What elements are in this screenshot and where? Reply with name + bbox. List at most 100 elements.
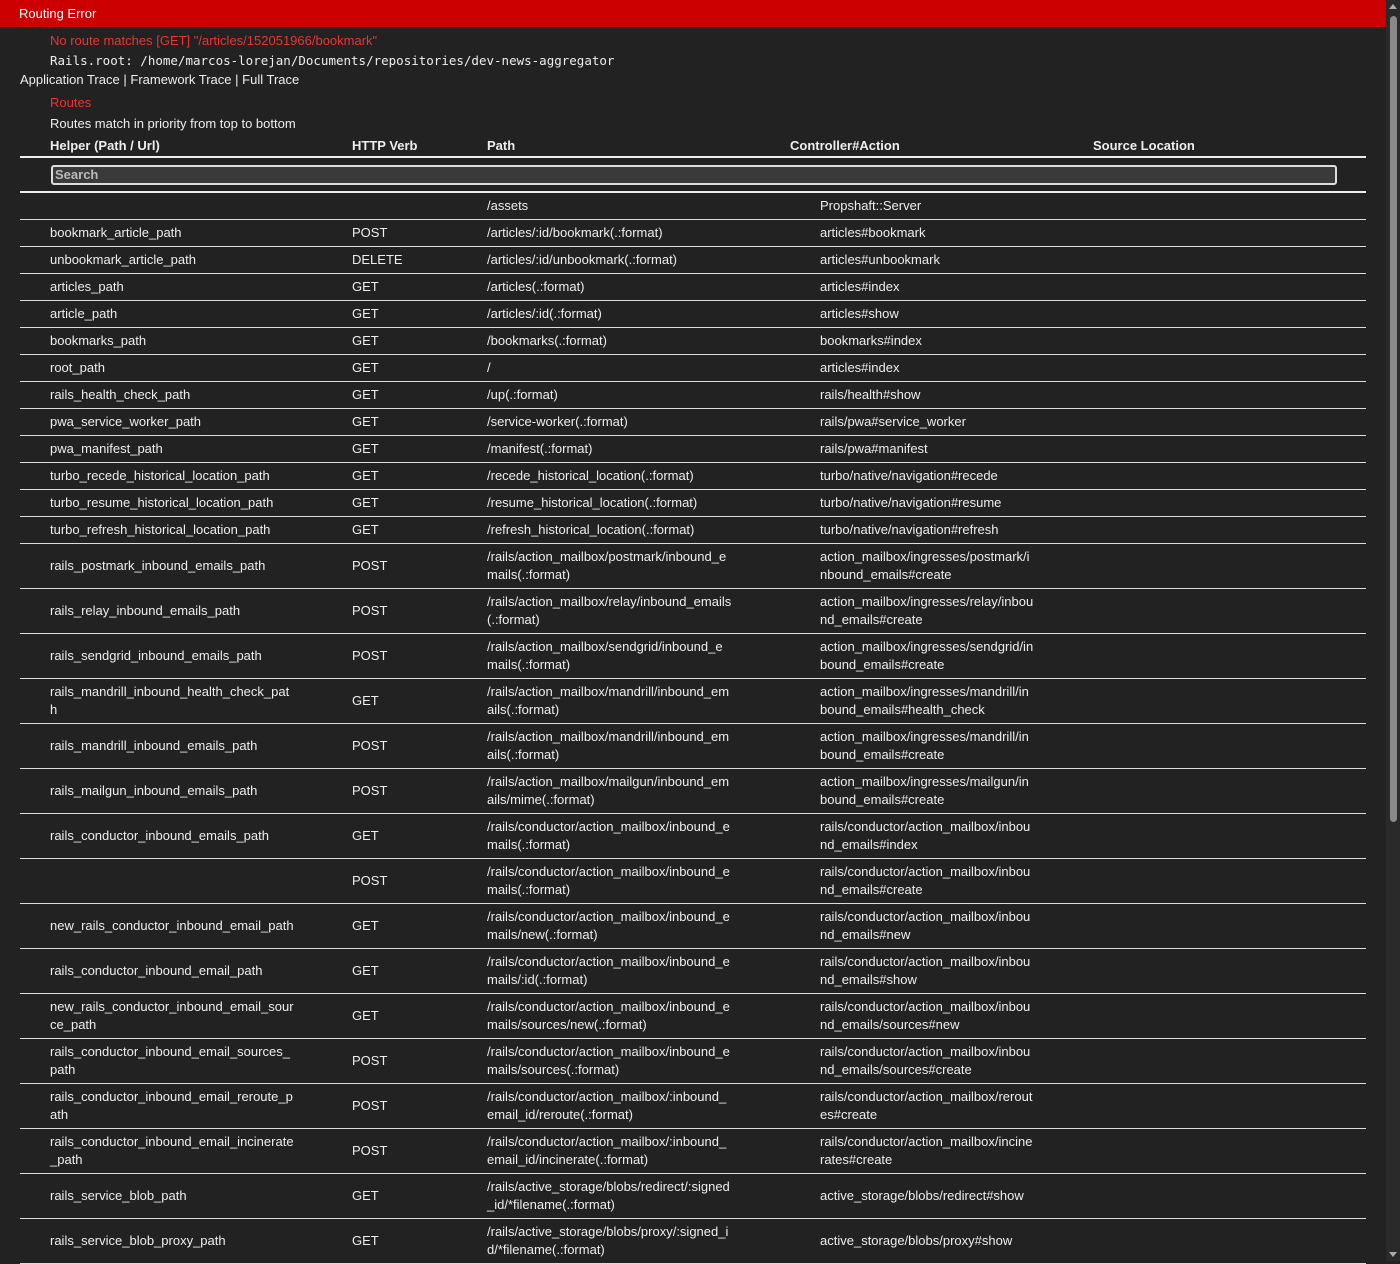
route-path-text: /recede_historical_location(.:format) xyxy=(487,468,694,483)
route-path: /rails/conductor/action_mailbox/inbound_… xyxy=(487,998,820,1034)
route-path: /service-worker(.:format) xyxy=(487,413,820,431)
application-trace-link[interactable]: Application Trace xyxy=(20,72,120,87)
route-path: /resume_historical_location(.:format) xyxy=(487,494,820,512)
scroll-thumb[interactable] xyxy=(1390,16,1397,822)
route-search-input[interactable] xyxy=(51,164,1337,185)
header-title: Routing Error xyxy=(19,6,97,21)
full-trace-link[interactable]: Full Trace xyxy=(242,72,299,87)
route-action: rails/conductor/action_mailbox/inbound_e… xyxy=(820,818,1153,854)
route-helper-text: turbo_resume_historical_location_path xyxy=(50,495,274,510)
table-row: unbookmark_article_path DELETE/articles/:… xyxy=(20,247,1366,274)
route-helper-text: rails_conductor_inbound_emails_path xyxy=(50,828,269,843)
route-path-text: /rails/conductor/action_mailbox/inbound_… xyxy=(487,954,730,987)
column-header-source: Source Location xyxy=(1093,137,1195,153)
route-helper-text: new_rails_conductor_inbound_email_path xyxy=(50,918,294,933)
route-action-text: action_mailbox/ingresses/postmark/inboun… xyxy=(820,549,1030,582)
route-helper-text: rails_mandrill_inbound_health_check_path xyxy=(50,684,290,717)
route-helper: turbo_refresh_historical_location_path xyxy=(20,521,352,539)
route-path-text: /rails/conductor/action_mailbox/inbound_… xyxy=(487,909,730,942)
route-verb: POST xyxy=(352,558,388,573)
scroll-down-arrow-icon[interactable] xyxy=(1389,1252,1397,1257)
table-row: rails_postmark_inbound_emails_path POST/r… xyxy=(20,544,1366,589)
route-path: /rails/action_mailbox/sendgrid/inbound_e… xyxy=(487,638,820,674)
scroll-up-arrow-icon[interactable] xyxy=(1389,4,1397,9)
route-action: rails/pwa#service_worker xyxy=(820,413,1153,431)
route-action: rails/conductor/action_mailbox/incinerat… xyxy=(820,1133,1153,1169)
route-verb: POST xyxy=(352,1143,388,1158)
table-row: bookmarks_path GET/bookmarks(.:format) boo… xyxy=(20,328,1366,355)
route-helper: root_path xyxy=(20,359,352,377)
route-verb: POST xyxy=(352,648,388,663)
route-action: rails/conductor/action_mailbox/inbound_e… xyxy=(820,1043,1153,1079)
route-verb: GET xyxy=(352,828,379,843)
route-verb: GET xyxy=(352,522,379,537)
trace-separator: | xyxy=(123,72,127,87)
route-path-text: /articles(.:format) xyxy=(487,279,585,294)
table-row: new_rails_conductor_inbound_email_path GE… xyxy=(20,904,1366,949)
route-path: /articles/:id/bookmark(.:format) xyxy=(487,224,820,242)
route-path-text: /rails/action_mailbox/mandrill/inbound_e… xyxy=(487,684,730,717)
route-verb: POST xyxy=(352,1053,388,1068)
route-helper-text: rails_service_blob_proxy_path xyxy=(50,1233,226,1248)
route-action: action_mailbox/ingresses/mandrill/inboun… xyxy=(820,728,1153,764)
route-path-text: /rails/action_mailbox/mandrill/inbound_e… xyxy=(487,729,730,762)
route-action: action_mailbox/ingresses/mailgun/inbound… xyxy=(820,773,1153,809)
table-row: rails_service_blob_proxy_path GET/rails/a… xyxy=(20,1219,1366,1264)
route-action: rails/conductor/action_mailbox/inbound_e… xyxy=(820,908,1153,944)
trace-separator: | xyxy=(235,72,239,87)
route-action-text: bookmarks#index xyxy=(820,333,922,348)
route-helper: rails_conductor_inbound_email_path xyxy=(20,962,352,980)
route-path-text: /rails/conductor/action_mailbox/inbound_… xyxy=(487,819,730,852)
route-action-text: turbo/native/navigation#recede xyxy=(820,468,998,483)
route-action-text: rails/conductor/action_mailbox/inbound_e… xyxy=(820,954,1031,987)
route-path: /rails/conductor/action_mailbox/inbound_… xyxy=(487,1043,820,1079)
route-verb: POST xyxy=(352,738,388,753)
route-action: turbo/native/navigation#recede xyxy=(820,467,1153,485)
route-action: rails/conductor/action_mailbox/inbound_e… xyxy=(820,953,1153,989)
table-row: turbo_resume_historical_location_path GET… xyxy=(20,490,1366,517)
route-verb: GET xyxy=(352,1233,379,1248)
route-verb: GET xyxy=(352,414,379,429)
route-path-text: / xyxy=(487,360,491,375)
route-path-text: /rails/active_storage/blobs/proxy/:signe… xyxy=(487,1224,729,1257)
table-row: turbo_refresh_historical_location_path GE… xyxy=(20,517,1366,544)
route-action: rails/health#show xyxy=(820,386,1153,404)
error-header: Routing Error xyxy=(0,0,1400,27)
route-helper-text: article_path xyxy=(50,306,118,321)
error-message: No route matches [GET] "/articles/152051… xyxy=(50,33,378,48)
route-helper: new_rails_conductor_inbound_email_source… xyxy=(20,998,352,1034)
table-row: articles_path GET/articles(.:format) artic… xyxy=(20,274,1366,301)
route-action: turbo/native/navigation#refresh xyxy=(820,521,1153,539)
route-action-text: rails/conductor/action_mailbox/incinerat… xyxy=(820,1134,1033,1167)
framework-trace-link[interactable]: Framework Trace xyxy=(130,72,231,87)
route-helper-text: rails_conductor_inbound_email_sources_pa… xyxy=(50,1044,290,1077)
route-action-text: articles#show xyxy=(820,306,899,321)
route-helper-text: bookmarks_path xyxy=(50,333,147,348)
route-action: turbo/native/navigation#resume xyxy=(820,494,1153,512)
column-header-helper: Helper (Path / Url) xyxy=(50,137,160,153)
route-path-text: /service-worker(.:format) xyxy=(487,414,628,429)
route-path: /rails/active_storage/blobs/redirect/:si… xyxy=(487,1178,820,1214)
vertical-scrollbar[interactable] xyxy=(1386,0,1400,1261)
route-path: /rails/conductor/action_mailbox/inbound_… xyxy=(487,863,820,899)
route-path-text: /refresh_historical_location(.:format) xyxy=(487,522,695,537)
route-helper: rails_mailgun_inbound_emails_path xyxy=(20,782,352,800)
table-row: rails_mandrill_inbound_emails_path POST/r… xyxy=(20,724,1366,769)
column-header-action: Controller#Action xyxy=(790,137,900,153)
route-path-text: /rails/action_mailbox/mailgun/inbound_em… xyxy=(487,774,730,807)
route-helper: bookmarks_path xyxy=(20,332,352,350)
table-row: rails_health_check_path GET/up(.:format) r… xyxy=(20,382,1366,409)
rails-root: Rails.root: /home/marcos-lorejan/Documen… xyxy=(50,53,615,68)
route-helper-text: rails_postmark_inbound_emails_path xyxy=(50,558,266,573)
table-row: rails_service_blob_path GET/rails/active_… xyxy=(20,1174,1366,1219)
route-helper: rails_service_blob_path xyxy=(20,1187,352,1205)
route-action: articles#index xyxy=(820,359,1153,377)
table-row: turbo_recede_historical_location_path GET… xyxy=(20,463,1366,490)
route-action-text: turbo/native/navigation#resume xyxy=(820,495,1002,510)
route-action-text: rails/conductor/action_mailbox/inbound_e… xyxy=(820,909,1031,942)
table-body: /assets Propshaft::Server bookmark_article… xyxy=(20,193,1366,1264)
route-helper: rails_conductor_inbound_email_sources_pa… xyxy=(20,1043,352,1079)
route-path-text: /bookmarks(.:format) xyxy=(487,333,607,348)
route-helper-text: rails_mailgun_inbound_emails_path xyxy=(50,783,258,798)
table-row: rails_conductor_inbound_email_reroute_pa… xyxy=(20,1084,1366,1129)
